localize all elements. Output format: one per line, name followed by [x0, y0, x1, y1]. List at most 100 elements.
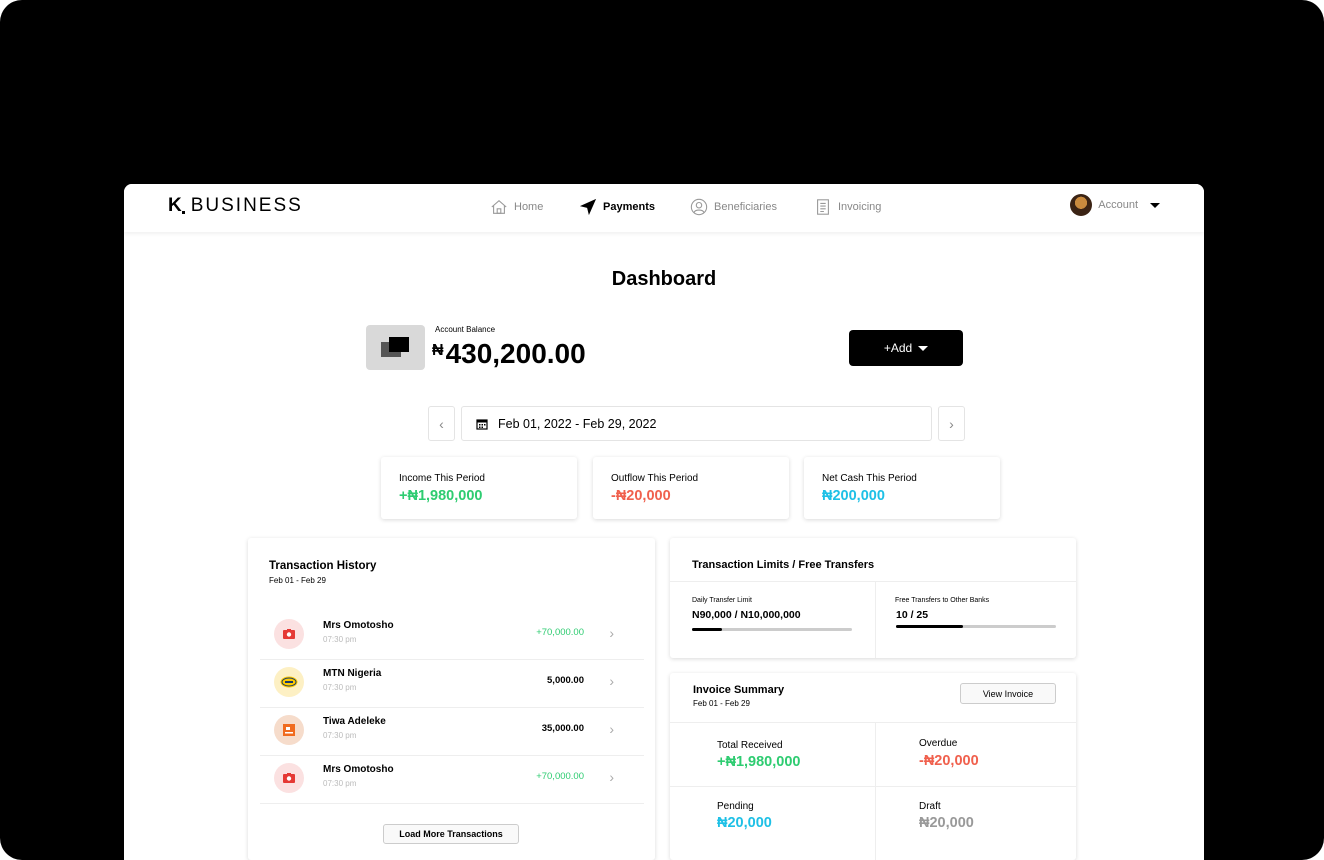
- outflow-label: Outflow This Period: [611, 473, 699, 484]
- mtn-logo-icon: [274, 667, 304, 697]
- currency-symbol: ₦: [432, 342, 444, 359]
- calendar-icon: [476, 418, 488, 430]
- chevron-left-icon: ‹: [439, 415, 444, 432]
- net-cash-value: ₦200,000: [822, 488, 885, 504]
- daily-limit-label: Daily Transfer Limit: [692, 597, 752, 604]
- free-transfers-label: Free Transfers to Other Banks: [895, 597, 990, 604]
- date-next-button[interactable]: ›: [938, 406, 965, 441]
- total-received-label: Total Received: [717, 740, 783, 751]
- daily-limit-progress: [692, 628, 852, 631]
- view-invoice-button[interactable]: View Invoice: [960, 683, 1056, 704]
- transaction-limits-card: Transaction Limits / Free Transfers Dail…: [670, 538, 1076, 658]
- transaction-time: 07:30 pm: [323, 683, 357, 692]
- transaction-history-card: Transaction History Feb 01 - Feb 29 Mrs …: [248, 538, 655, 860]
- divider: [875, 722, 876, 860]
- nav-label-payments: Payments: [603, 201, 655, 213]
- brand-dot: [181, 210, 185, 214]
- invoice-summary-card: Invoice Summary Feb 01 - Feb 29 View Inv…: [670, 673, 1076, 860]
- avatar: [1070, 194, 1093, 216]
- free-transfers-progress-fill: [896, 625, 964, 628]
- outflow-card: Outflow This Period -₦20,000: [593, 457, 789, 519]
- transaction-time: 07:30 pm: [323, 779, 357, 788]
- chevron-down-icon: [1150, 202, 1160, 208]
- page-title: Dashboard: [611, 268, 717, 290]
- transaction-amount: +70,000.00: [536, 627, 584, 638]
- date-range-picker[interactable]: Feb 01, 2022 - Feb 29, 2022: [461, 406, 932, 441]
- bank-red-icon: [274, 763, 304, 793]
- balance-amount: ₦430,200.00: [432, 338, 586, 370]
- transaction-row[interactable]: MTN Nigeria 07:30 pm 5,000.00 ›: [260, 660, 644, 708]
- divider: [670, 786, 1076, 787]
- nav-item-payments[interactable]: Payments: [579, 196, 690, 218]
- net-cash-label: Net Cash This Period: [822, 473, 917, 484]
- transaction-amount: 35,000.00: [541, 723, 584, 734]
- nav-label-home: Home: [514, 201, 544, 213]
- daily-limit-progress-fill: [692, 628, 723, 631]
- bank-red-icon: [274, 619, 304, 649]
- transaction-row[interactable]: Mrs Omotosho 07:30 pm +70,000.00 ›: [260, 612, 644, 660]
- transaction-row[interactable]: Mrs Omotosho 07:30 pm +70,000.00 ›: [260, 756, 644, 804]
- transaction-history-title: Transaction History: [269, 560, 377, 572]
- transaction-list: Mrs Omotosho 07:30 pm +70,000.00 › MTN N…: [260, 612, 644, 804]
- income-label: Income This Period: [399, 473, 485, 484]
- brand-mark: K: [168, 195, 182, 216]
- divider: [670, 722, 1076, 723]
- chevron-down-icon: [918, 345, 929, 351]
- nav-item-beneficiaries[interactable]: Beneficiaries: [690, 196, 814, 218]
- pending-value: ₦20,000: [717, 815, 772, 831]
- invoice-subtitle: Feb 01 - Feb 29: [693, 699, 750, 708]
- top-nav: K BUSINESS Home Payments Beneficiaries I…: [124, 184, 1204, 232]
- divider: [670, 581, 1076, 582]
- transaction-name: Mrs Omotosho: [323, 620, 394, 631]
- bank-orange-icon: [274, 715, 304, 745]
- draft-value: ₦20,000: [919, 815, 974, 831]
- divider: [875, 581, 876, 658]
- overdue-label: Overdue: [919, 738, 958, 749]
- transaction-name: Tiwa Adeleke: [323, 716, 386, 727]
- brand-name: BUSINESS: [190, 195, 303, 216]
- transaction-amount: +70,000.00: [536, 771, 584, 782]
- user-circle-icon: [690, 198, 708, 216]
- wallet-icon: [366, 325, 425, 370]
- chevron-right-icon: ›: [949, 415, 954, 432]
- home-icon: [491, 199, 507, 214]
- load-more-button[interactable]: Load More Transactions: [383, 824, 519, 844]
- account-label: Account: [1098, 199, 1138, 211]
- add-button[interactable]: +Add: [849, 330, 963, 366]
- free-transfers-value: 10 / 25: [896, 609, 929, 621]
- income-value: +₦1,980,000: [399, 488, 483, 504]
- transaction-name: MTN Nigeria: [323, 668, 382, 679]
- brand-logo[interactable]: K BUSINESS: [168, 195, 303, 217]
- transaction-amount: 5,000.00: [547, 675, 584, 686]
- nav-items: Home Payments Beneficiaries Invoicing: [490, 196, 881, 218]
- balance-label: Account Balance: [435, 325, 496, 334]
- paper-plane-icon: [579, 198, 597, 216]
- free-transfers-progress: [896, 625, 1056, 628]
- transaction-time: 07:30 pm: [323, 731, 357, 740]
- draft-label: Draft: [919, 801, 941, 812]
- document-icon: [817, 199, 829, 215]
- total-received-value: +₦1,980,000: [717, 754, 801, 770]
- screen-frame: K BUSINESS Home Payments Beneficiaries I…: [0, 0, 1324, 860]
- date-range-label: Feb 01, 2022 - Feb 29, 2022: [498, 416, 657, 431]
- nav-label-invoicing: Invoicing: [838, 201, 882, 213]
- income-card: Income This Period +₦1,980,000: [381, 457, 577, 519]
- transaction-row[interactable]: Tiwa Adeleke 07:30 pm 35,000.00 ›: [260, 708, 644, 756]
- nav-item-invoicing[interactable]: Invoicing: [814, 196, 881, 218]
- transaction-history-subtitle: Feb 01 - Feb 29: [269, 576, 326, 585]
- transaction-name: Mrs Omotosho: [323, 764, 394, 775]
- nav-label-beneficiaries: Beneficiaries: [714, 201, 777, 213]
- transaction-time: 07:30 pm: [323, 635, 357, 644]
- limits-title: Transaction Limits / Free Transfers: [692, 559, 875, 571]
- outflow-value: -₦20,000: [611, 488, 671, 504]
- daily-limit-value: N90,000 / N10,000,000: [692, 609, 801, 621]
- balance-value: 430,200.00: [445, 338, 586, 369]
- net-cash-card: Net Cash This Period ₦200,000: [804, 457, 1000, 519]
- chevron-right-icon: ›: [609, 721, 614, 737]
- account-menu[interactable]: Account: [1070, 194, 1160, 216]
- date-prev-button[interactable]: ‹: [428, 406, 455, 441]
- chevron-right-icon: ›: [609, 625, 614, 641]
- nav-item-home[interactable]: Home: [490, 196, 579, 218]
- pending-label: Pending: [717, 801, 754, 812]
- app-window: K BUSINESS Home Payments Beneficiaries I…: [124, 184, 1204, 860]
